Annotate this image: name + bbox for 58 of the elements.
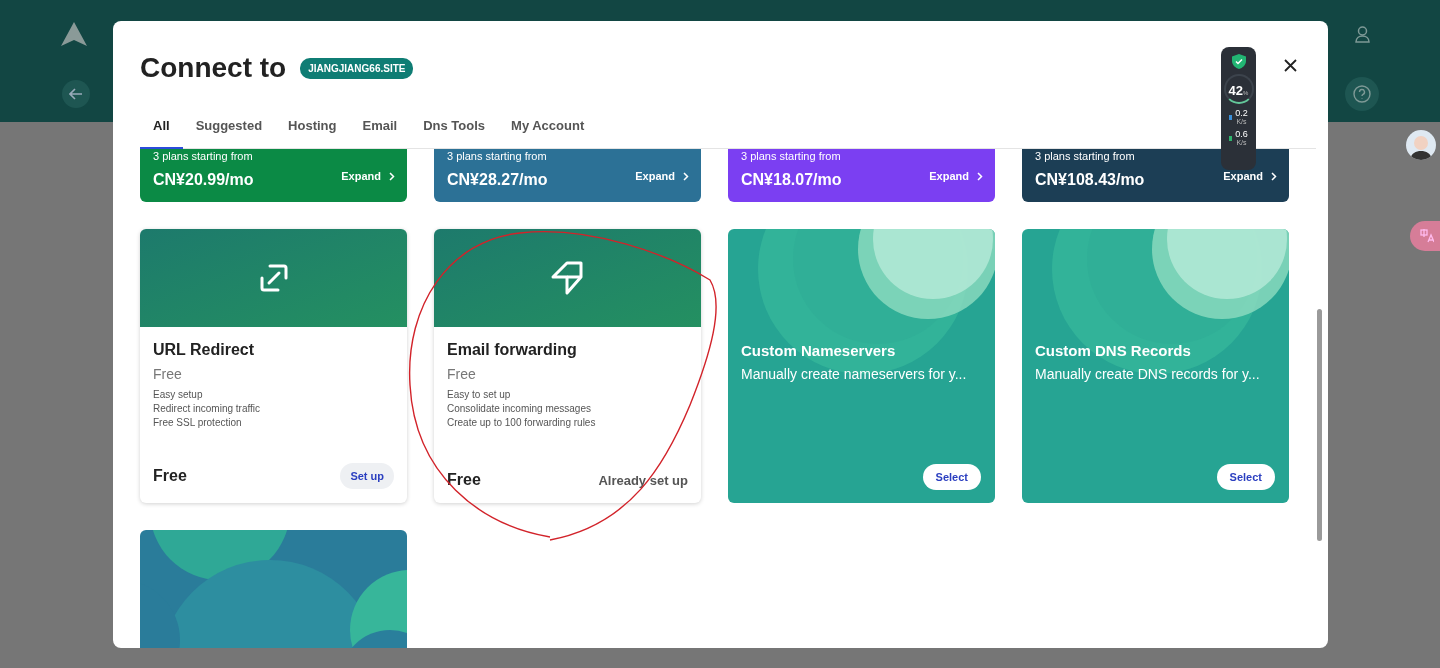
- feature-text: Create up to 100 forwarding rules: [447, 417, 597, 428]
- help-icon: [1353, 85, 1371, 103]
- chevron-icon: [1271, 171, 1277, 181]
- logo-icon: [60, 21, 88, 47]
- expand-button[interactable]: Expand: [929, 170, 983, 182]
- expand-button[interactable]: Expand: [341, 170, 395, 182]
- plan-subtitle: 3 plans starting from: [153, 150, 253, 162]
- plan-subtitle: 3 plans starting from: [1035, 150, 1135, 162]
- back-arrow-icon: [69, 88, 83, 100]
- tab[interactable]: Suggested: [182, 118, 276, 149]
- card-title: Email forwarding: [447, 341, 578, 359]
- chevron-icon: [683, 171, 689, 181]
- card-price: Free: [447, 366, 477, 382]
- card-title: Custom Nameservers: [741, 342, 897, 359]
- feature-text: Easy setup: [153, 389, 204, 400]
- domain-badge: JIANGJIANG66.SITE: [300, 57, 414, 79]
- scrollbar[interactable]: [1317, 309, 1322, 541]
- tab[interactable]: Dns Tools: [410, 118, 499, 149]
- setup-status: Already set up: [598, 472, 688, 488]
- usage-percent: 42: [1228, 83, 1244, 98]
- plan-subtitle: 3 plans starting from: [741, 150, 841, 162]
- feature-text: Consolidate incoming messages: [447, 403, 592, 414]
- download-icon: [1229, 135, 1233, 141]
- setup-button[interactable]: Set up: [340, 463, 394, 489]
- card-title: Custom DNS Records: [1035, 342, 1192, 359]
- upload-icon: [1229, 114, 1233, 120]
- select-button[interactable]: Select: [922, 464, 981, 490]
- translate-button[interactable]: [1410, 221, 1440, 251]
- plan-subtitle: 3 plans starting from: [447, 150, 547, 162]
- card-title: URL Redirect: [153, 341, 256, 359]
- chevron-icon: [389, 171, 395, 181]
- card-description: Manually create nameservers for y...: [741, 366, 968, 382]
- feature-text: Free SSL protection: [153, 417, 243, 428]
- select-button[interactable]: Select: [1216, 464, 1275, 490]
- shield-icon: [1231, 54, 1246, 69]
- feature-text: Easy to set up: [447, 389, 512, 400]
- plan-price: CN¥28.27/mo: [447, 171, 548, 189]
- plan-price: CN¥20.99/mo: [153, 171, 254, 189]
- tab[interactable]: My Account: [498, 118, 598, 149]
- download-rate: 0.6: [1235, 130, 1248, 139]
- user-icon[interactable]: [1355, 26, 1370, 43]
- expand-button[interactable]: Expand: [1223, 170, 1277, 182]
- upload-rate: 0.2: [1235, 109, 1248, 118]
- expand-button[interactable]: Expand: [635, 170, 689, 182]
- dialog-title: Connect to: [140, 52, 287, 84]
- avatar[interactable]: [1406, 130, 1436, 160]
- feature-text: Redirect incoming traffic: [153, 403, 262, 414]
- plan-price: CN¥108.43/mo: [1035, 171, 1145, 189]
- card-price: Free: [153, 366, 183, 382]
- chevron-icon: [977, 171, 983, 181]
- card-description: Manually create DNS records for y...: [1035, 366, 1261, 382]
- close-icon: [1283, 58, 1297, 72]
- footer-price: Free: [153, 467, 187, 485]
- tab[interactable]: Hosting: [275, 118, 350, 149]
- plan-price: CN¥18.07/mo: [741, 171, 842, 189]
- translate-icon: [1420, 229, 1434, 243]
- footer-price: Free: [447, 471, 481, 489]
- tab[interactable]: Email: [349, 118, 411, 149]
